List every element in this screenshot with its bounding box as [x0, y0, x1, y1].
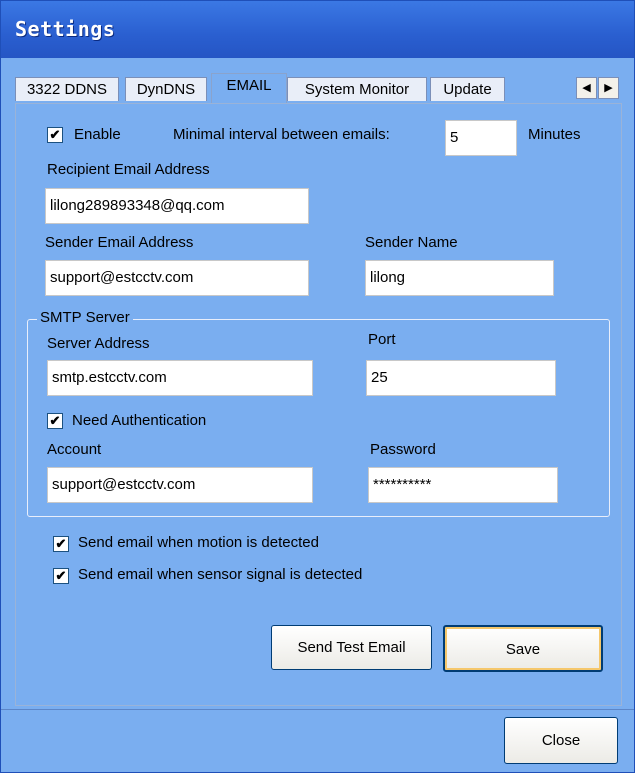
interval-label: Minimal interval between emails:: [173, 126, 390, 143]
send-test-email-button[interactable]: Send Test Email: [271, 625, 432, 670]
account-input[interactable]: support@estcctv.com: [47, 467, 313, 503]
sender-name-input[interactable]: lilong: [365, 260, 554, 296]
port-label: Port: [368, 331, 396, 348]
tab-dyndns[interactable]: DynDNS: [125, 77, 207, 101]
need-auth-checkbox[interactable]: ✔: [47, 413, 63, 429]
sender-email-label: Sender Email Address: [45, 234, 194, 251]
title-bar[interactable]: Settings: [1, 1, 634, 58]
save-button[interactable]: Save: [443, 625, 603, 672]
enable-checkbox[interactable]: ✔: [47, 127, 63, 143]
sender-email-input[interactable]: support@estcctv.com: [45, 260, 309, 296]
sensor-checkbox[interactable]: ✔: [53, 568, 69, 584]
sender-name-label: Sender Name: [365, 234, 458, 251]
tab-system-monitor[interactable]: System Monitor: [287, 77, 427, 101]
server-address-input[interactable]: smtp.estcctv.com: [47, 360, 313, 396]
settings-window: Settings 3322 DDNS DynDNS EMAIL System M…: [0, 0, 635, 773]
enable-label: Enable: [74, 126, 121, 143]
password-label: Password: [370, 441, 436, 458]
recipient-email-input[interactable]: lilong289893348@qq.com: [45, 188, 309, 224]
footer-divider: [1, 709, 634, 710]
password-input[interactable]: **********: [368, 467, 558, 503]
interval-unit-label: Minutes: [528, 126, 581, 143]
need-auth-label: Need Authentication: [72, 412, 207, 429]
tab-3322-ddns[interactable]: 3322 DDNS: [15, 77, 119, 101]
window-title: Settings: [15, 17, 116, 41]
arrow-left-icon[interactable]: ◀: [576, 77, 597, 99]
tab-update[interactable]: Update: [430, 77, 505, 101]
close-button[interactable]: Close: [504, 717, 618, 764]
tab-email[interactable]: EMAIL: [211, 73, 287, 103]
motion-checkbox[interactable]: ✔: [53, 536, 69, 552]
port-input[interactable]: 25: [366, 360, 556, 396]
interval-input[interactable]: 5: [445, 120, 517, 156]
arrow-right-icon[interactable]: ▶: [598, 77, 619, 99]
sensor-label: Send email when sensor signal is detecte…: [78, 566, 363, 583]
motion-label: Send email when motion is detected: [78, 534, 319, 551]
account-label: Account: [47, 441, 102, 458]
server-address-label: Server Address: [47, 335, 150, 352]
smtp-group-title: SMTP Server: [37, 309, 133, 326]
recipient-label: Recipient Email Address: [47, 161, 210, 178]
tab-scroll-buttons: ◀ ▶: [576, 77, 620, 99]
